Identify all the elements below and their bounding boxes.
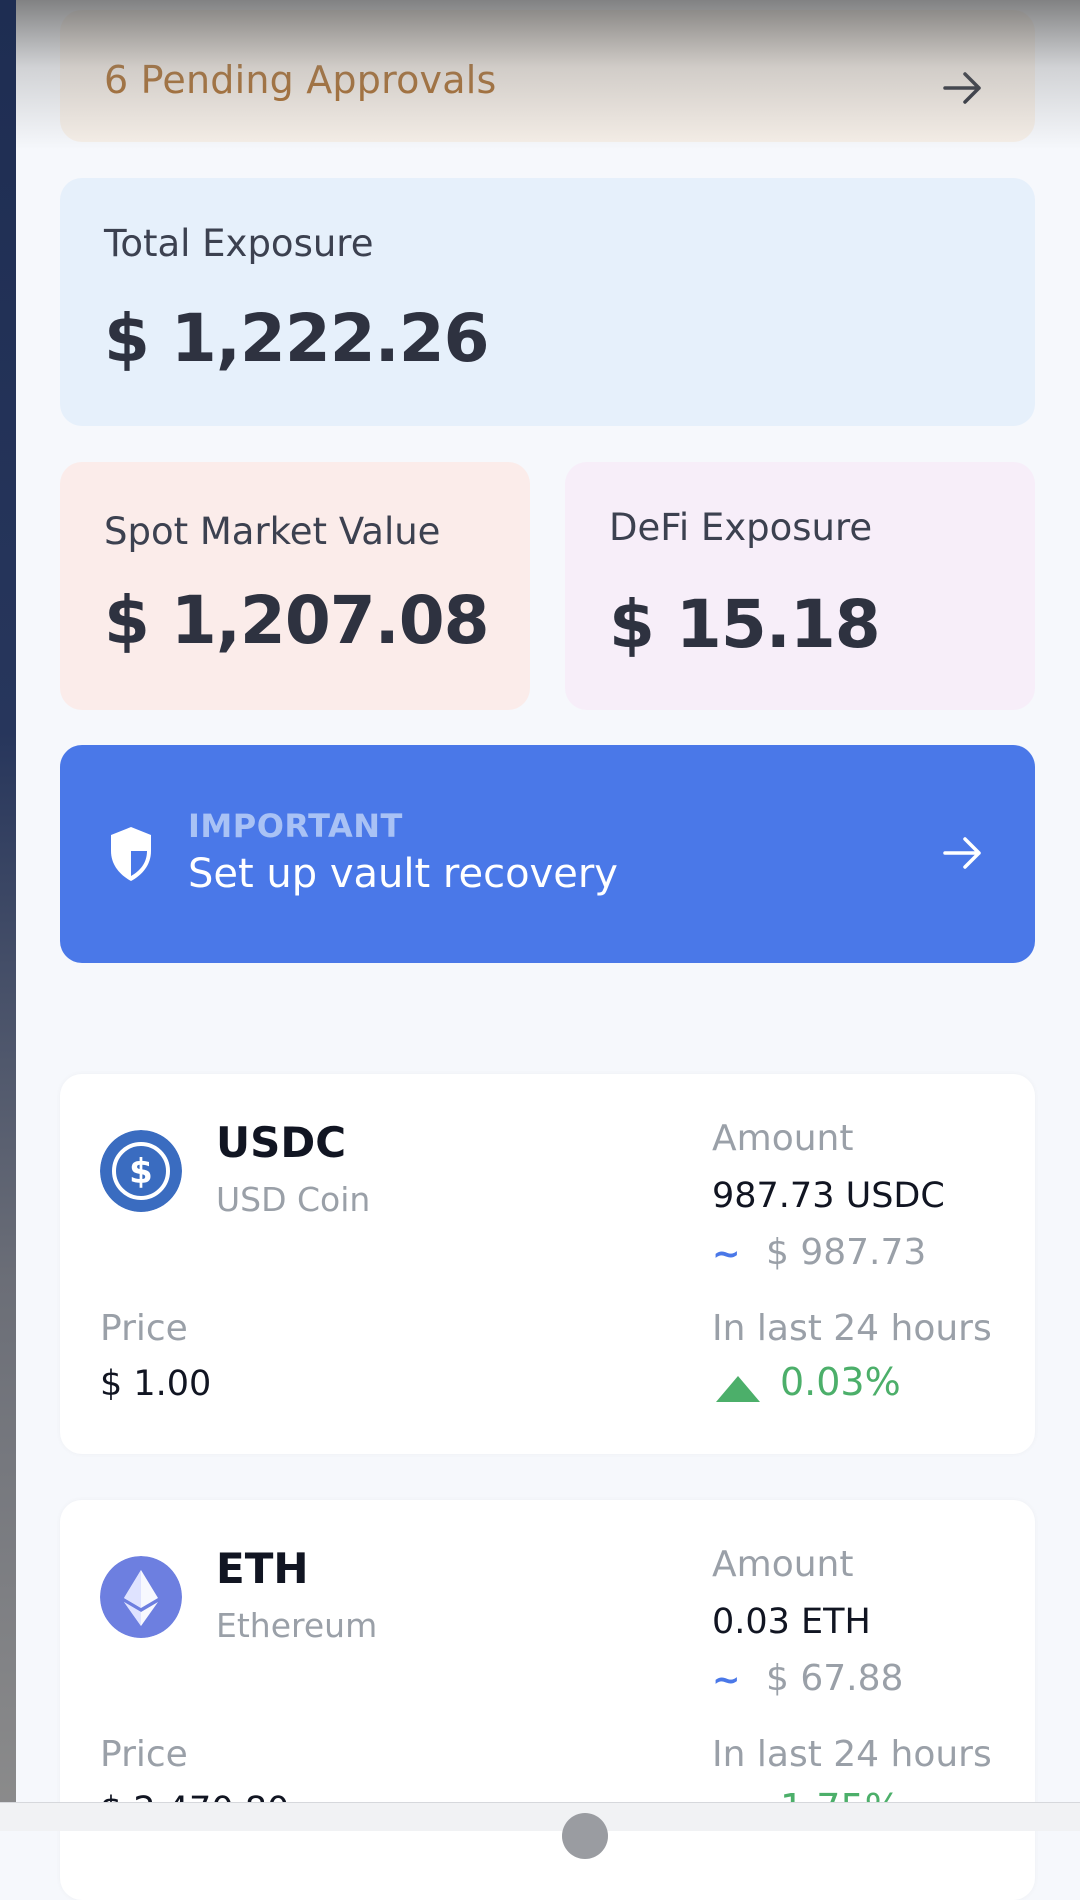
total-exposure-value: $ 1,222.26 [104, 300, 490, 377]
vault-recovery-banner[interactable]: IMPORTANT Set up vault recovery [60, 745, 1035, 963]
total-exposure-label: Total Exposure [104, 222, 374, 265]
amount-value: 0.03 ETH [712, 1602, 871, 1642]
vault-recovery-text: Set up vault recovery [188, 851, 618, 897]
amount-value: 987.73 USDC [712, 1176, 945, 1216]
spot-market-value: $ 1,207.08 [104, 582, 490, 659]
spot-market-label: Spot Market Value [104, 510, 441, 553]
change-value: 0.03% [780, 1360, 901, 1404]
arrow-right-icon[interactable] [941, 831, 985, 875]
change-label: In last 24 hours [712, 1308, 992, 1349]
eth-coin-icon [100, 1556, 182, 1638]
bottom-handle-icon[interactable] [562, 1813, 608, 1859]
usdc-coin-icon: $ [100, 1130, 182, 1212]
price-label: Price [100, 1308, 188, 1349]
bottom-bar [0, 1802, 1080, 1859]
asset-symbol: ETH [216, 1544, 309, 1593]
defi-exposure-label: DeFi Exposure [609, 506, 873, 549]
defi-exposure-card: DeFi Exposure $ 15.18 [565, 462, 1035, 710]
shield-icon [111, 827, 151, 881]
asset-card-usdc[interactable]: $ USDC USD Coin Amount 987.73 USDC ~ $ 9… [60, 1074, 1035, 1454]
important-tag: IMPORTANT [188, 807, 403, 845]
asset-symbol: USDC [216, 1118, 347, 1167]
pending-approvals-card[interactable]: 6 Pending Approvals [60, 10, 1035, 142]
amount-label: Amount [712, 1544, 854, 1585]
defi-exposure-value: $ 15.18 [609, 586, 881, 663]
triangle-up-icon [716, 1376, 760, 1402]
price-label: Price [100, 1734, 188, 1775]
asset-name: Ethereum [216, 1606, 378, 1645]
arrow-right-icon[interactable] [941, 66, 985, 110]
price-value: $ 1.00 [100, 1364, 212, 1404]
usd-value: $ 987.73 [766, 1232, 927, 1273]
left-window-edge [0, 0, 16, 1830]
spot-market-card: Spot Market Value $ 1,207.08 [60, 462, 530, 710]
pending-approvals-label: 6 Pending Approvals [104, 58, 497, 102]
approx-icon: ~ [712, 1660, 741, 1700]
approx-icon: ~ [712, 1234, 741, 1274]
usd-value: $ 67.88 [766, 1658, 904, 1699]
asset-name: USD Coin [216, 1180, 371, 1219]
svg-text:$: $ [129, 1152, 153, 1192]
total-exposure-card: Total Exposure $ 1,222.26 [60, 178, 1035, 426]
asset-card-eth[interactable]: ETH Ethereum Amount 0.03 ETH ~ $ 67.88 P… [60, 1500, 1035, 1900]
amount-label: Amount [712, 1118, 854, 1159]
change-label: In last 24 hours [712, 1734, 992, 1775]
